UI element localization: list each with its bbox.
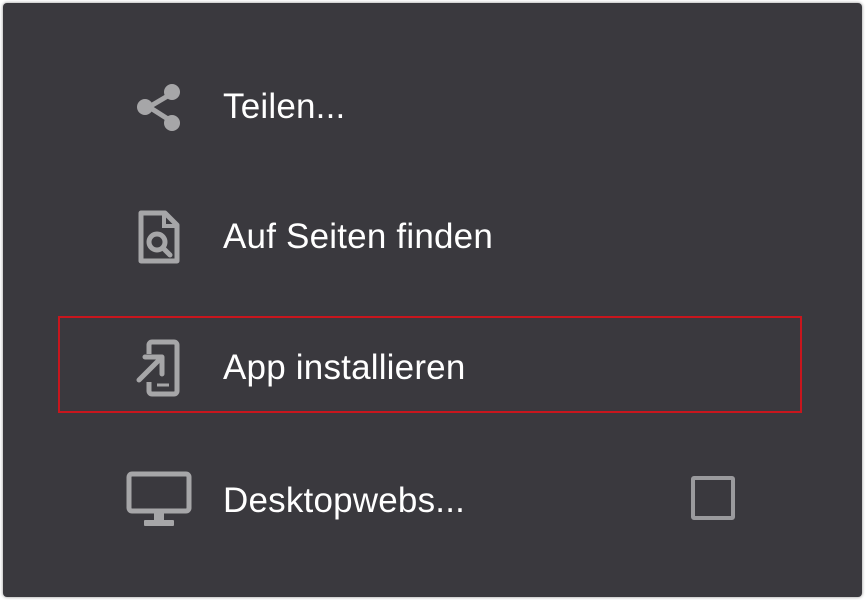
menu-item-find-in-page[interactable]: Auf Seiten finden — [3, 187, 862, 287]
menu-item-label: Teilen... — [223, 87, 346, 126]
share-icon — [127, 75, 191, 139]
overflow-menu: Teilen... Auf Seiten finden App installi… — [3, 3, 862, 597]
desktop-icon — [124, 469, 194, 533]
menu-item-share[interactable]: Teilen... — [3, 57, 862, 157]
selection-highlight — [58, 316, 802, 413]
find-in-page-icon — [127, 205, 191, 269]
desktop-site-checkbox[interactable] — [691, 476, 735, 520]
menu-item-label: Auf Seiten finden — [223, 217, 493, 256]
menu-item-label: Desktopwebs... — [223, 481, 466, 520]
